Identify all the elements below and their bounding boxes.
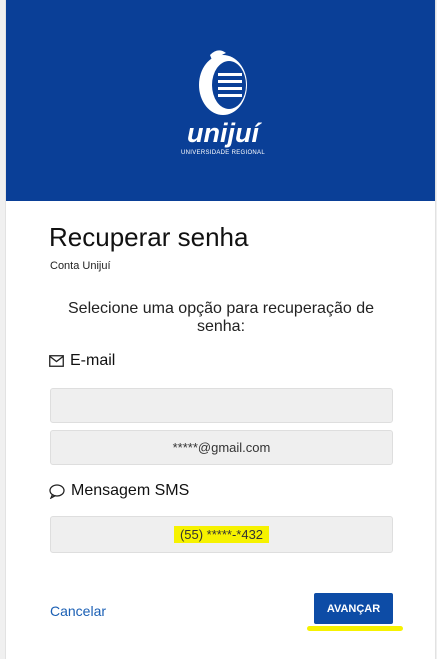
page-title: Recuperar senha (49, 222, 249, 252)
sms-label-text: Mensagem SMS (71, 482, 190, 499)
next-button[interactable]: AVANÇAR (314, 593, 393, 624)
recovery-card: unijuí UNIVERSIDADE REGIONAL Recuperar s… (5, 0, 436, 659)
logo-subtext: UNIVERSIDADE REGIONAL (181, 150, 265, 156)
sms-option-1[interactable]: (55) *****-*432 (50, 516, 393, 553)
email-section-label: E-mail (49, 352, 115, 370)
email-label-text: E-mail (70, 352, 116, 369)
email-option-1[interactable] (50, 388, 393, 423)
email-option-2[interactable]: *****@gmail.com (50, 430, 393, 465)
email-option-2-value: *****@gmail.com (172, 440, 271, 455)
sms-section-label: Mensagem SMS (49, 482, 189, 500)
instruction-text: Selecione uma opção para recuperação de … (68, 300, 374, 335)
unijui-logo: unijuí UNIVERSIDADE REGIONAL (181, 50, 265, 156)
highlight-underline (307, 626, 403, 631)
sms-option-1-value: (55) *****-*432 (173, 526, 270, 543)
logo-wordmark: unijuí (187, 118, 262, 148)
envelope-icon (49, 355, 64, 367)
cancel-link[interactable]: Cancelar (50, 603, 106, 619)
page-subtitle: Conta Unijuí (50, 260, 111, 272)
speech-bubble-icon (49, 483, 65, 499)
header-banner: unijuí UNIVERSIDADE REGIONAL (6, 0, 435, 201)
